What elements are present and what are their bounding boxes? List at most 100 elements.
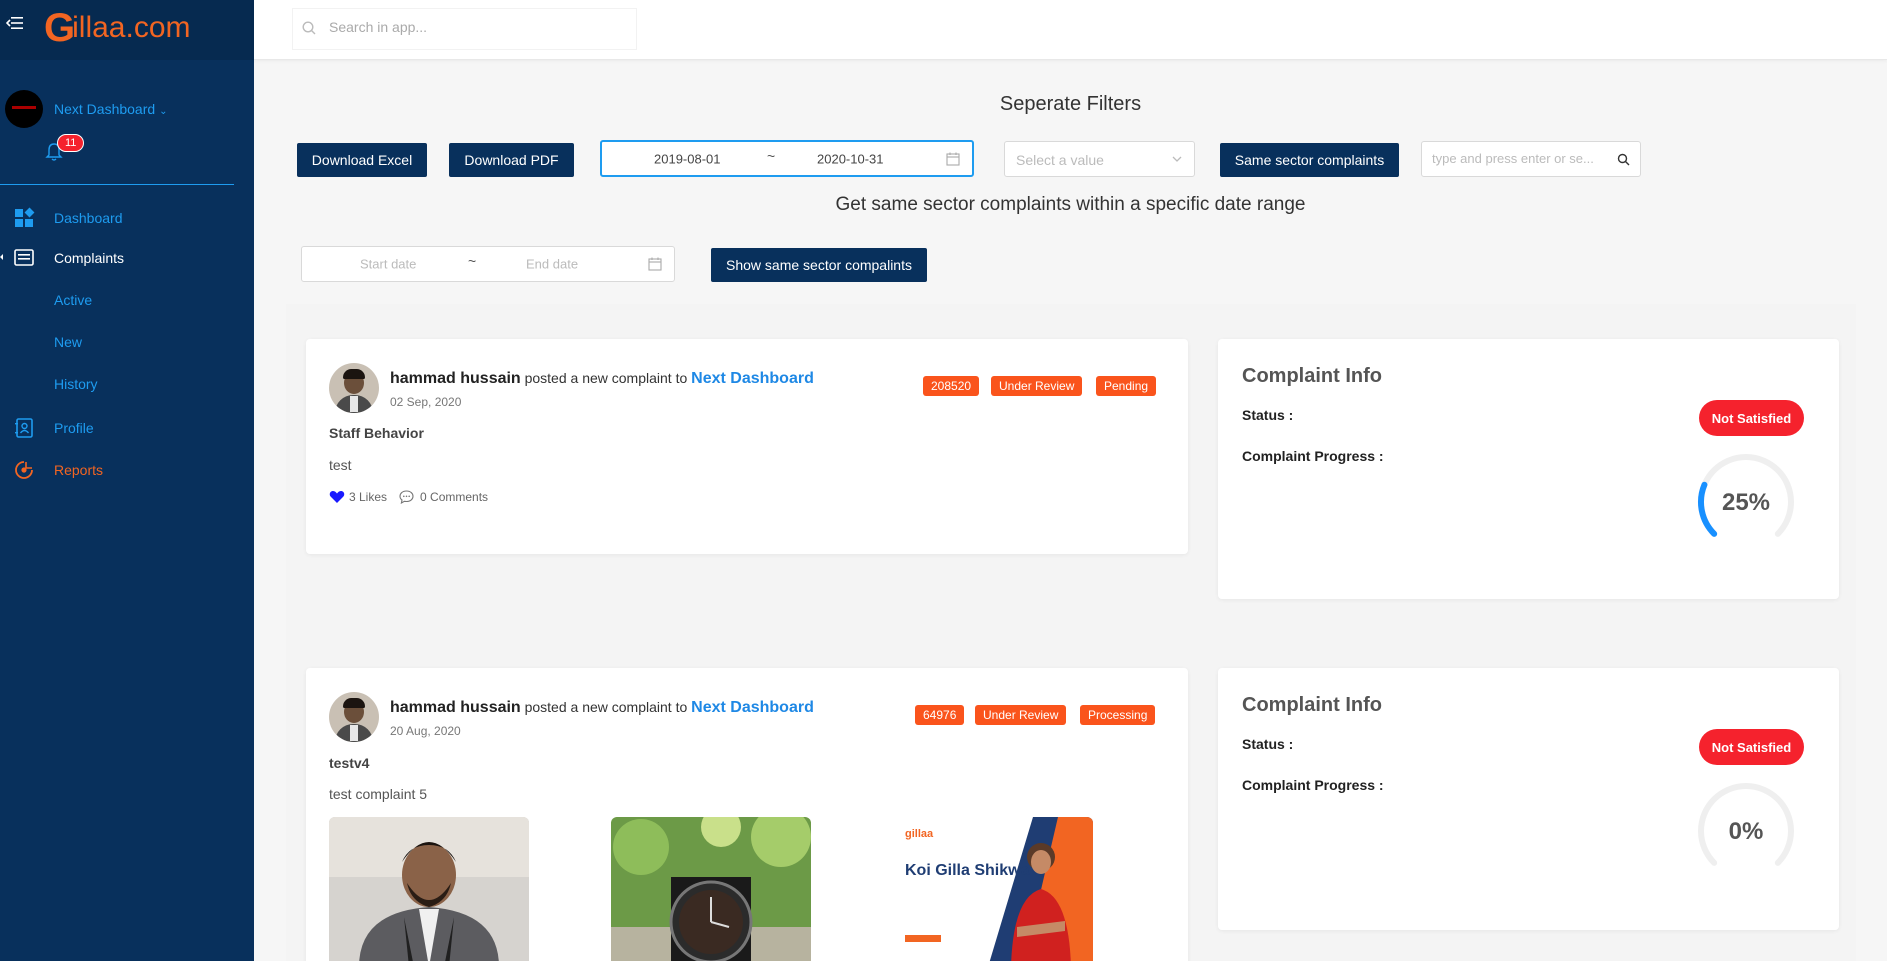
status-label: Status :	[1242, 407, 1294, 423]
sidebar: Gillaa.com Next Dashboard ⌄ 11 Dashboard…	[0, 0, 254, 961]
date-from[interactable]: 2019-08-01	[654, 151, 721, 166]
info-title: Complaint Info	[1242, 694, 1382, 716]
target-icon	[15, 461, 33, 479]
post-header: hammad hussain posted a new complaint to…	[390, 699, 814, 717]
poster-brand: gillaa	[905, 828, 934, 840]
sidebar-divider	[0, 184, 234, 185]
start-date-placeholder[interactable]: Start date	[360, 257, 416, 272]
org-avatar[interactable]	[5, 90, 43, 128]
sidebar-item-label: Active	[54, 292, 93, 308]
complaint-category: Staff Behavior	[329, 425, 424, 441]
end-date-placeholder[interactable]: End date	[526, 257, 578, 272]
complaint-card: hammad hussain posted a new complaint to…	[306, 668, 1188, 961]
post-date: 20 Aug, 2020	[390, 724, 461, 738]
complaint-id-tag: 64976	[915, 705, 965, 725]
target-link[interactable]: Next Dashboard	[691, 370, 814, 387]
sidebar-item-dashboard[interactable]: Dashboard	[0, 202, 254, 234]
complaint-body: test	[329, 457, 352, 473]
post-action: posted a new complaint to	[520, 699, 692, 715]
logo-text: illaa.com	[72, 11, 191, 44]
complaint-info-card: Complaint Info Status : Not Satisfied Co…	[1218, 668, 1839, 930]
state-tag: Pending	[1096, 376, 1157, 396]
sidebar-item-active[interactable]: Active	[0, 284, 254, 316]
attachment-image[interactable]: gillaa Koi Gilla Shikwa?	[893, 817, 1093, 961]
sidebar-item-label: History	[54, 376, 98, 392]
search-icon[interactable]	[1617, 153, 1630, 166]
calendar-icon	[946, 152, 960, 166]
sector-date-range-picker[interactable]: Start date ~ End date	[301, 246, 675, 282]
review-status-tag: Under Review	[975, 705, 1067, 725]
logo[interactable]: Gillaa.com	[44, 0, 191, 56]
post-action: posted a new complaint to	[520, 370, 692, 386]
notification-badge: 11	[57, 134, 85, 152]
value-select[interactable]: Select a value	[1004, 141, 1195, 177]
progress-label: Complaint Progress :	[1242, 448, 1384, 464]
sidebar-item-profile[interactable]: Profile	[0, 412, 254, 444]
status-badge: Not Satisfied	[1699, 400, 1804, 436]
app-search	[292, 8, 637, 50]
complaint-info-card: Complaint Info Status : Not Satisfied Co…	[1218, 339, 1839, 599]
likes-count[interactable]: 3 Likes	[349, 490, 387, 504]
chevron-down-icon: ⌄	[159, 106, 168, 117]
date-range-picker[interactable]: 2019-08-01 ~ 2020-10-31	[600, 140, 974, 177]
org-switcher[interactable]: Next Dashboard ⌄	[54, 101, 167, 117]
dashboard-icon	[15, 207, 35, 227]
poster-text: Koi Gilla Shikwa?	[905, 862, 1039, 879]
sidebar-header: Gillaa.com	[0, 0, 254, 60]
show-same-sector-button[interactable]: Show same sector compalints	[711, 248, 927, 282]
complaint-body: test complaint 5	[329, 786, 428, 802]
progress-value: 0%	[1728, 818, 1764, 845]
sidebar-item-complaints[interactable]: Complaints	[0, 242, 254, 274]
complaint-category: testv4	[329, 755, 370, 771]
top-header	[254, 0, 1887, 60]
download-pdf-button[interactable]: Download PDF	[449, 143, 574, 177]
review-status-tag: Under Review	[991, 376, 1083, 396]
org-name: Next Dashboard	[54, 101, 156, 117]
progress-label: Complaint Progress :	[1242, 777, 1384, 793]
post-actions: 3 Likes 0 Comments	[329, 490, 488, 504]
state-tag: Processing	[1080, 705, 1156, 725]
avatar[interactable]	[329, 692, 379, 742]
filters-title: Seperate Filters	[999, 93, 1142, 115]
chevron-down-icon	[1172, 156, 1182, 162]
complaint-search-input[interactable]	[1432, 151, 1612, 166]
sidebar-item-label: Complaints	[54, 250, 125, 266]
calendar-icon	[648, 257, 662, 271]
range-separator: ~	[767, 148, 776, 164]
sidebar-item-label: Dashboard	[54, 210, 123, 226]
search-input[interactable]	[329, 19, 619, 35]
status-badge: Not Satisfied	[1699, 729, 1804, 765]
post-header: hammad hussain posted a new complaint to…	[390, 370, 814, 388]
comments-count[interactable]: 0 Comments	[420, 490, 488, 504]
sidebar-item-new[interactable]: New	[0, 326, 254, 358]
avatar[interactable]	[329, 363, 379, 413]
progress-value: 25%	[1721, 489, 1771, 516]
attachment-image[interactable]	[611, 817, 811, 961]
sidebar-item-history[interactable]: History	[0, 368, 254, 400]
sidebar-item-reports[interactable]: Reports	[0, 454, 254, 486]
attachment-image[interactable]	[329, 817, 529, 961]
status-label: Status :	[1242, 736, 1294, 752]
user-name[interactable]: hammad hussain	[390, 699, 521, 716]
download-excel-button[interactable]: Download Excel	[297, 143, 427, 177]
filters-subtitle: Get same sector complaints within a spec…	[835, 194, 1306, 215]
sidebar-item-label: Profile	[54, 420, 94, 436]
select-placeholder: Select a value	[1016, 152, 1104, 168]
complaint-search	[1421, 141, 1641, 177]
comment-icon[interactable]	[399, 490, 414, 504]
range-separator: ~	[468, 253, 477, 269]
same-sector-button[interactable]: Same sector complaints	[1220, 143, 1399, 177]
info-title: Complaint Info	[1242, 365, 1382, 387]
search-icon	[302, 21, 316, 35]
complaint-id-tag: 208520	[923, 376, 980, 396]
contact-book-icon	[15, 418, 33, 438]
sidebar-item-label: New	[54, 334, 83, 350]
date-to[interactable]: 2020-10-31	[817, 151, 884, 166]
complaint-card: hammad hussain posted a new complaint to…	[306, 339, 1188, 554]
menu-fold-icon[interactable]	[6, 14, 24, 32]
list-icon	[14, 249, 34, 266]
user-name[interactable]: hammad hussain	[390, 370, 521, 387]
target-link[interactable]: Next Dashboard	[691, 699, 814, 716]
heart-icon[interactable]	[329, 490, 345, 504]
post-date: 02 Sep, 2020	[390, 395, 462, 409]
